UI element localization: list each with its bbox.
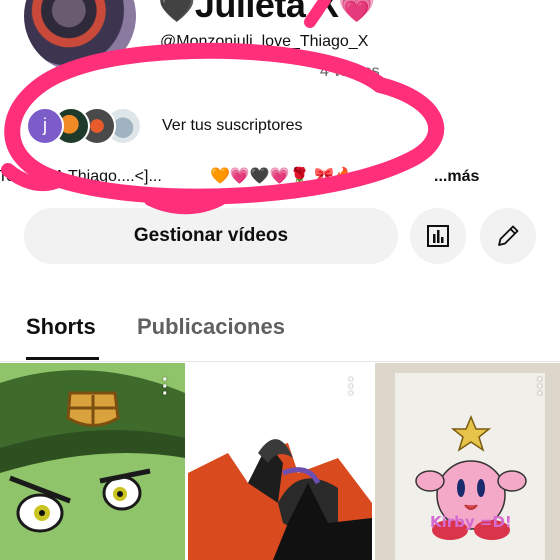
- channel-handle: @Monzonjuli_love_Thiago_X: [160, 33, 369, 50]
- short-thumbnail[interactable]: · · ·: [0, 363, 185, 560]
- analytics-button[interactable]: [410, 208, 466, 264]
- bar-chart-icon: [427, 225, 449, 247]
- tab-shorts[interactable]: Shorts: [26, 314, 96, 340]
- more-vert-icon[interactable]: · · ·: [348, 370, 355, 404]
- tab-posts[interactable]: Publicaciones: [137, 314, 285, 340]
- edit-channel-button[interactable]: [480, 208, 536, 264]
- channel-title: 🖤Julieta X💗: [158, 0, 376, 26]
- video-count: 4 videos: [320, 63, 380, 80]
- channel-description[interactable]: Te amo A Thiago....<]...: [0, 168, 162, 186]
- description-emojis: 🧡💗🖤💗🌹 🎀🔥: [210, 168, 354, 185]
- selected-tab-indicator: [26, 357, 99, 360]
- pink-heart-emoji: 💗: [338, 0, 376, 24]
- channel-avatar[interactable]: [24, 0, 136, 72]
- subscriber-avatars[interactable]: j: [26, 107, 166, 145]
- manage-videos-button[interactable]: Gestionar vídeos: [24, 208, 398, 264]
- black-heart-emoji: 🖤: [158, 0, 195, 24]
- short-thumbnail[interactable]: · · ·: [188, 363, 372, 560]
- tabs-divider: [0, 361, 560, 362]
- channel-name-text: Julieta X: [194, 0, 339, 25]
- cat-artwork: [188, 363, 372, 560]
- kirby-caption: Kirby =D!: [430, 513, 512, 531]
- view-subscribers-link[interactable]: Ver tus suscriptores: [162, 117, 303, 135]
- short-thumbnail[interactable]: Kirby =D! · · ·: [375, 363, 560, 560]
- more-vert-icon[interactable]: · · ·: [537, 370, 544, 404]
- pencil-icon: [498, 225, 519, 246]
- description-more-link[interactable]: ...más: [434, 168, 479, 186]
- subscriber-avatar-letter: j: [26, 107, 64, 145]
- flippy-artwork: [0, 363, 185, 560]
- more-vert-icon[interactable]: · · ·: [162, 370, 169, 404]
